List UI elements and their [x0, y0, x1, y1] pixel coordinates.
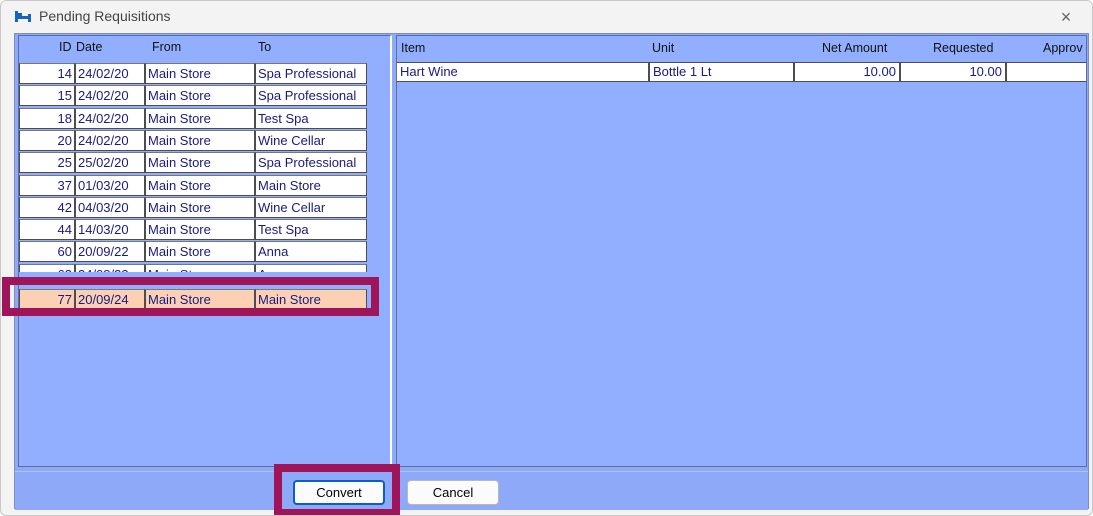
requisition-id-cell[interactable]: 15 — [19, 85, 75, 107]
requisition-from-cell[interactable]: Main Store — [145, 129, 255, 151]
requisition-id-cell[interactable]: 18 — [19, 107, 75, 129]
requisition-to-cell[interactable]: Spa Professional — [255, 63, 367, 84]
requisition-id-cell[interactable]: 20 — [19, 129, 75, 151]
requisition-from-cell[interactable]: Main Store — [145, 241, 255, 263]
item-approved-cell[interactable]: . — [1006, 62, 1086, 82]
column-header-net-amount[interactable]: Net Amount — [822, 41, 887, 55]
requisition-from-cell[interactable]: Main Store — [145, 63, 255, 84]
item-requested-cell[interactable]: 10.00 — [900, 62, 1006, 82]
requisition-from-cell[interactable]: Main Store — [145, 107, 255, 129]
requisition-id-cell[interactable]: 25 — [19, 152, 75, 174]
requisition-to-cell[interactable]: Spa Professional — [255, 152, 367, 174]
requisition-row[interactable]: 18 24/02/20 Main Store Test Spa — [19, 107, 379, 130]
requisition-id-cell[interactable]: 77 — [19, 289, 75, 310]
requisition-row[interactable]: 15 24/02/20 Main Store Spa Professional — [19, 85, 379, 107]
close-button[interactable]: × — [1054, 5, 1078, 29]
requisition-date-cell[interactable]: 24/02/20 — [75, 63, 145, 84]
item-net-amount-cell[interactable]: 10.00 — [794, 62, 900, 82]
requisition-from-cell[interactable]: Main Store — [145, 263, 255, 272]
requisition-date-cell[interactable]: 24/02/20 — [75, 85, 145, 107]
window-title: Pending Requisitions — [39, 8, 171, 24]
item-name-cell[interactable]: Hart Wine — [397, 62, 649, 82]
column-header-date[interactable]: Date — [76, 40, 102, 54]
client-area: ID Date From To 14 24/02/20 Main Store Spa … — [14, 33, 1089, 510]
requisition-to-cell[interactable]: Spa Professional — [255, 85, 367, 107]
column-header-id[interactable]: ID — [59, 40, 72, 54]
requisition-row[interactable]: 44 14/03/20 Main Store Test Spa — [19, 219, 379, 241]
requisition-from-cell[interactable]: Main Store — [145, 196, 255, 218]
requisition-to-cell[interactable]: Test Spa — [255, 107, 367, 129]
requisition-to-cell[interactable]: Main Store — [255, 289, 367, 310]
requisition-id-cell[interactable]: 37 — [19, 174, 75, 196]
requisition-row[interactable]: 77 20/09/24 Main Store Main Store — [19, 289, 379, 311]
requisition-date-cell[interactable]: 20/09/24 — [75, 289, 145, 310]
requisition-date-cell[interactable]: 24/08/23 — [75, 263, 145, 272]
requisition-row[interactable]: 6324/08/23Main StoreAnna — [19, 263, 379, 272]
requisition-date-cell[interactable]: 25/02/20 — [75, 152, 145, 174]
requisition-id-cell[interactable]: 63 — [19, 263, 75, 272]
requisition-id-cell[interactable]: 60 — [19, 241, 75, 263]
requisition-id-cell[interactable]: 44 — [19, 219, 75, 241]
requisition-date-cell[interactable]: 24/02/20 — [75, 129, 145, 151]
cancel-button[interactable]: Cancel — [407, 480, 499, 505]
requisition-items: Item Unit Net Amount Requested Approv Ha… — [396, 35, 1087, 467]
requisition-row[interactable]: 14 24/02/20 Main Store Spa Professional — [19, 63, 379, 85]
requisition-row[interactable]: 25 25/02/20 Main Store Spa Professional — [19, 152, 379, 174]
requisition-to-cell[interactable]: Anna — [255, 241, 367, 263]
requisition-to-cell[interactable]: Anna — [255, 263, 367, 272]
bed-icon — [15, 9, 31, 23]
requisition-date-cell[interactable]: 01/03/20 — [75, 174, 145, 196]
requisition-from-cell[interactable]: Main Store — [145, 85, 255, 107]
button-bar: Convert Cancel — [15, 471, 1088, 510]
column-header-approved[interactable]: Approv — [1043, 41, 1083, 55]
column-header-item[interactable]: Item — [401, 41, 425, 55]
requisition-date-cell[interactable]: 24/02/20 — [75, 107, 145, 129]
column-header-requested[interactable]: Requested — [933, 41, 993, 55]
requisition-id-cell[interactable]: 14 — [19, 63, 75, 84]
requisition-date-cell[interactable]: 20/09/22 — [75, 241, 145, 263]
requisition-to-cell[interactable]: Main Store — [255, 174, 367, 196]
requisition-date-cell[interactable]: 04/03/20 — [75, 196, 145, 218]
pending-requisitions-window: Pending Requisitions × ID Date From To 1… — [0, 0, 1093, 516]
column-header-unit[interactable]: Unit — [652, 41, 674, 55]
requisition-row[interactable]: 20 24/02/20 Main Store Wine Cellar — [19, 129, 379, 152]
title-bar: Pending Requisitions × — [1, 1, 1092, 33]
requisition-row[interactable]: 37 01/03/20 Main Store Main Store — [19, 174, 379, 197]
requisition-date-cell[interactable]: 14/03/20 — [75, 219, 145, 241]
requisition-id-cell[interactable]: 42 — [19, 196, 75, 218]
requisition-from-cell[interactable]: Main Store — [145, 289, 255, 310]
convert-button[interactable]: Convert — [293, 480, 385, 505]
requisition-to-cell[interactable]: Wine Cellar — [255, 196, 367, 218]
requisition-from-cell[interactable]: Main Store — [145, 174, 255, 196]
requisition-from-cell[interactable]: Main Store — [145, 152, 255, 174]
item-unit-cell[interactable]: Bottle 1 Lt — [649, 62, 794, 82]
column-header-to[interactable]: To — [258, 40, 271, 54]
requisition-row[interactable]: 42 04/03/20 Main Store Wine Cellar — [19, 196, 379, 219]
requisition-from-cell[interactable]: Main Store — [145, 219, 255, 241]
requisition-to-cell[interactable]: Test Spa — [255, 219, 367, 241]
requisition-to-cell[interactable]: Wine Cellar — [255, 129, 367, 151]
requisition-row[interactable]: 60 20/09/22 Main Store Anna — [19, 241, 379, 263]
column-header-from[interactable]: From — [152, 40, 181, 54]
requisitions-list: ID Date From To 14 24/02/20 Main Store Spa … — [18, 35, 392, 467]
